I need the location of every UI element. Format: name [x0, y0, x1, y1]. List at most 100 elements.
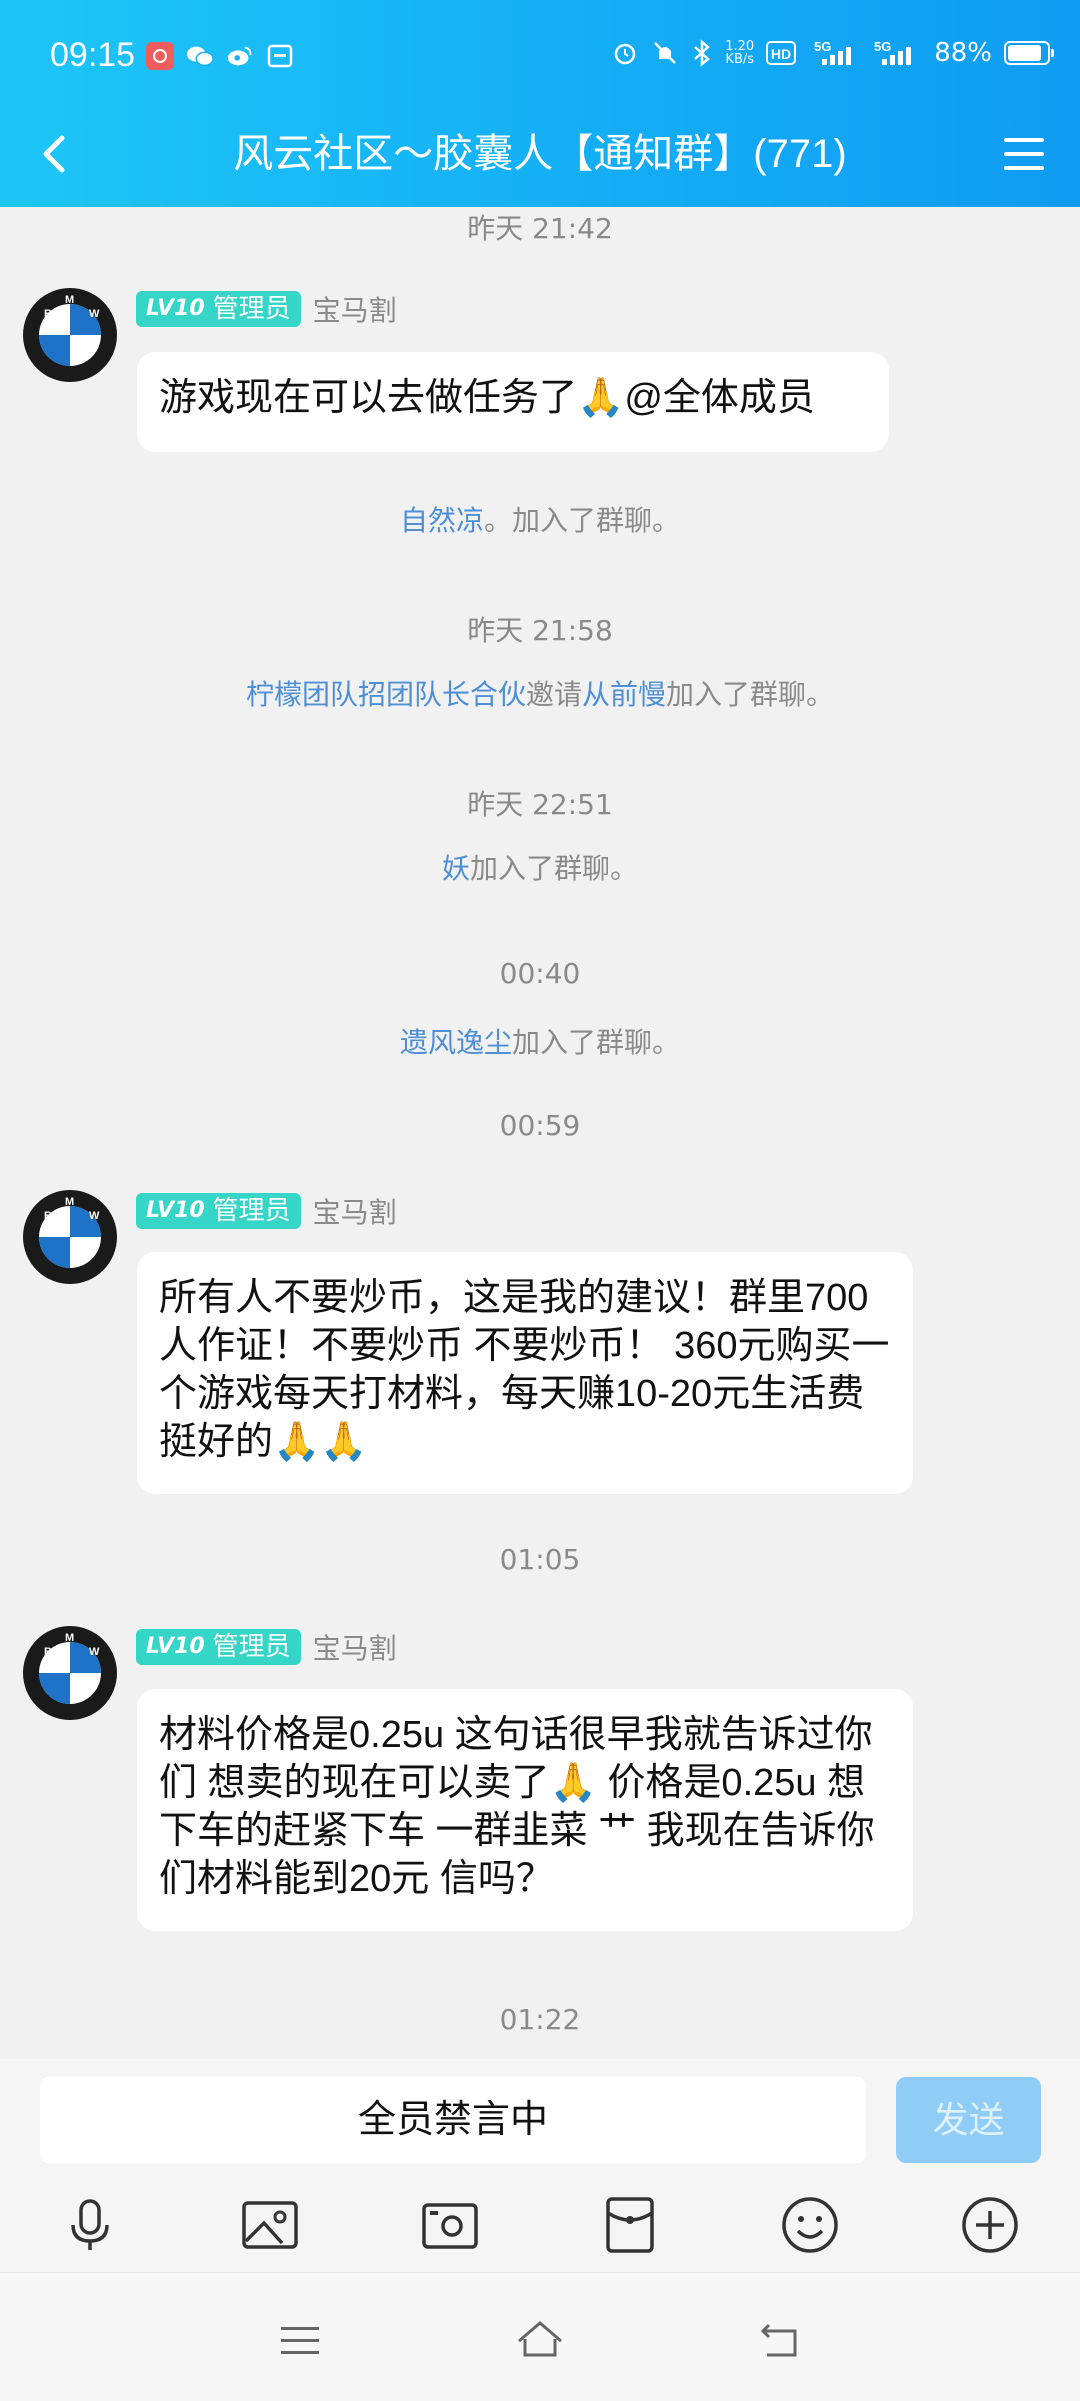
input-toolbar	[0, 2177, 1080, 2272]
timestamp: 01:05	[499, 1543, 581, 1576]
system-message: 妖加入了群聊。	[0, 847, 1080, 887]
status-notification-icons	[146, 42, 294, 70]
hd-icon: HD	[766, 40, 802, 66]
image-icon	[242, 2201, 298, 2249]
user-link[interactable]: 从前慢	[582, 678, 666, 711]
red-packet-icon	[606, 2197, 654, 2253]
weibo-icon	[226, 42, 254, 70]
hamburger-icon	[1004, 138, 1044, 170]
avatar[interactable]: B M W	[22, 287, 118, 383]
app-header: 09:15 1.20 KB/s HD 5G 5G 88% 风云社区～胶囊人【通知…	[0, 0, 1080, 207]
send-button[interactable]: 发送	[896, 2077, 1041, 2163]
level-label: LV10	[146, 1198, 205, 1223]
mute-icon	[651, 39, 679, 67]
avatar[interactable]: B M W	[22, 1189, 118, 1285]
timestamp: 01:22	[499, 2003, 581, 2036]
photo-button[interactable]	[238, 2193, 302, 2257]
system-text: 邀请	[525, 678, 582, 711]
svg-text:B: B	[44, 1210, 52, 1222]
message-bubble[interactable]: 游戏现在可以去做任务了🙏@全体成员	[137, 352, 889, 452]
svg-text:5G: 5G	[814, 39, 831, 54]
bmw-logo-icon: B M W	[23, 1626, 117, 1720]
level-badge: LV10 管理员	[136, 1629, 301, 1665]
message-meta: LV10 管理员 宝马割	[136, 289, 397, 329]
user-link[interactable]: 妖	[442, 852, 470, 885]
user-link[interactable]: 柠檬团队招团队长合伙	[246, 678, 526, 711]
nav-back-button[interactable]	[753, 2313, 807, 2367]
alarm-icon	[611, 39, 639, 67]
battery-percent: 88%	[934, 38, 992, 68]
level-label: LV10	[146, 1634, 205, 1659]
back-icon	[760, 2323, 797, 2357]
bmw-logo-icon: B M W	[23, 1190, 117, 1284]
role-label: 管理员	[212, 294, 291, 324]
user-link[interactable]: 遗风逸尘	[400, 1026, 512, 1059]
svg-text:B: B	[44, 308, 52, 320]
role-label: 管理员	[212, 1632, 291, 1662]
gallery-icon	[266, 42, 294, 70]
timestamp: 昨天 21:58	[467, 614, 613, 647]
status-time: 09:15	[50, 36, 136, 74]
camera-button[interactable]	[418, 2193, 482, 2257]
title-bar: 风云社区～胶囊人【通知群】(771)	[0, 118, 1080, 207]
svg-text:M: M	[65, 294, 74, 306]
system-text: 加入了群聊。	[512, 1026, 681, 1059]
system-navigation-bar	[0, 2272, 1080, 2401]
message-meta: LV10 管理员 宝马割	[136, 1627, 397, 1667]
home-icon	[518, 2321, 562, 2357]
plus-icon	[962, 2197, 1018, 2253]
svg-text:M: M	[65, 1632, 74, 1644]
user-link[interactable]: 自然凉	[400, 504, 484, 537]
timestamp: 00:59	[499, 1109, 581, 1142]
page-title[interactable]: 风云社区～胶囊人【通知群】(771)	[0, 126, 1080, 182]
system-text: 。加入了群聊。	[484, 504, 681, 537]
sender-name[interactable]: 宝马割	[313, 1191, 397, 1231]
status-bar: 09:15 1.20 KB/s HD 5G 5G 88%	[0, 0, 1080, 118]
svg-text:B: B	[44, 1646, 52, 1658]
signal-5g-icon: 5G	[814, 39, 862, 67]
chat-message-list[interactable]: 昨天 21:42 B M W LV10 管理员 宝马割 游戏现在可以去做任务了🙏…	[0, 207, 1080, 2059]
system-message: 遗风逸尘加入了群聊。	[0, 1021, 1080, 1061]
bmw-logo-icon: B M W	[23, 288, 117, 382]
more-button[interactable]	[958, 2193, 1022, 2257]
emoji-icon	[782, 2197, 838, 2253]
microphone-icon	[71, 2199, 109, 2250]
red-packet-button[interactable]	[598, 2193, 662, 2257]
timestamp: 昨天 21:42	[467, 212, 613, 245]
nav-menu-button[interactable]	[273, 2313, 327, 2367]
svg-text:W: W	[89, 1210, 100, 1222]
svg-text:W: W	[89, 1646, 100, 1658]
avatar[interactable]: B M W	[22, 1625, 118, 1721]
level-badge: LV10 管理员	[136, 1193, 301, 1229]
battery-icon	[1004, 41, 1054, 65]
svg-text:HD: HD	[771, 46, 791, 62]
message-input[interactable]: 全员禁言中	[40, 2077, 866, 2163]
system-text: 加入了群聊。	[666, 678, 835, 711]
notification-app-icon	[146, 42, 174, 70]
system-message: 自然凉。加入了群聊。	[0, 499, 1080, 539]
sender-name[interactable]: 宝马割	[313, 289, 397, 329]
emoji-button[interactable]	[778, 2193, 842, 2257]
level-label: LV10	[146, 296, 205, 321]
bluetooth-icon	[691, 39, 713, 67]
camera-icon	[422, 2203, 478, 2249]
system-message: 柠檬团队招团队长合伙邀请从前慢加入了群聊。	[0, 673, 1080, 713]
status-right-group: 1.20 KB/s HD 5G 5G 88%	[611, 38, 1054, 68]
timestamp: 昨天 22:51	[467, 788, 613, 821]
signal-5g-icon-2: 5G	[874, 39, 922, 67]
voice-button[interactable]	[58, 2193, 122, 2257]
svg-text:M: M	[65, 1196, 74, 1208]
group-menu-button[interactable]	[994, 124, 1054, 184]
menu-icon	[281, 2327, 319, 2354]
svg-text:W: W	[89, 308, 100, 320]
message-bubble[interactable]: 所有人不要炒币，这是我的建议！群里700人作证！不要炒币 不要炒币！ 360元购…	[137, 1252, 913, 1494]
input-bar: 全员禁言中 发送	[0, 2059, 1080, 2177]
system-text: 加入了群聊。	[470, 852, 639, 885]
network-speed: 1.20 KB/s	[725, 39, 755, 67]
level-badge: LV10 管理员	[136, 291, 301, 327]
nav-home-button[interactable]	[513, 2313, 567, 2367]
role-label: 管理员	[212, 1196, 291, 1226]
sender-name[interactable]: 宝马割	[313, 1627, 397, 1667]
message-bubble[interactable]: 材料价格是0.25u 这句话很早我就告诉过你们 想卖的现在可以卖了🙏 价格是0.…	[137, 1689, 913, 1931]
message-meta: LV10 管理员 宝马割	[136, 1191, 397, 1231]
